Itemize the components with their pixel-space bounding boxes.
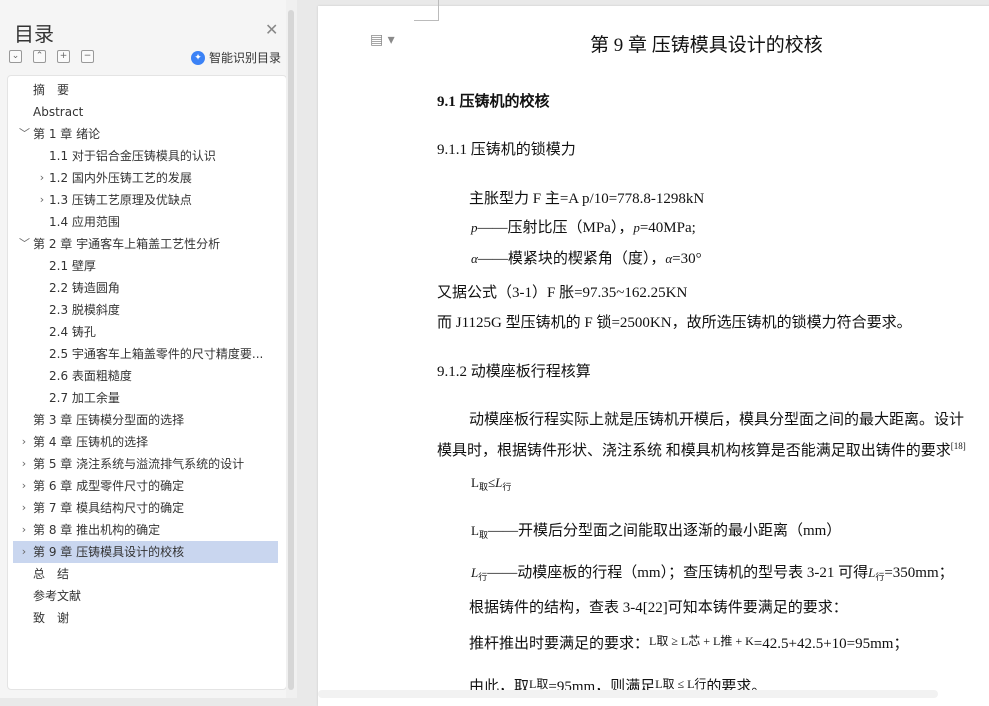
expand-arrow-icon[interactable]: › [19, 519, 29, 541]
toc-item[interactable]: ﹀ 第 2 章 宇通客车上箱盖工艺性分析 [13, 233, 278, 255]
toc-item[interactable]: › 第 4 章 压铸机的选择 [13, 431, 278, 453]
toc-item-label: 1.2 国内外压铸工艺的发展 [49, 171, 192, 185]
collapse-arrow-icon[interactable]: ﹀ [19, 233, 30, 255]
nav-scrollbar-thumb[interactable] [288, 10, 294, 690]
toc-item-label: 2.7 加工余量 [49, 391, 120, 405]
document-menu-icon[interactable]: ▤ ▾ [370, 32, 395, 48]
toc-item-label: 总 结 [33, 567, 70, 581]
ai-icon: ✦ [191, 50, 205, 65]
smart-toc-button[interactable]: ✦ 智能识别目录 [191, 49, 281, 66]
toc-item[interactable]: › 第 5 章 浇注系统与溢流排气系统的设计 [13, 453, 278, 475]
body-line: L取——开模后分型面之间能取出逐渐的最小距离（mm） [471, 523, 842, 540]
toc-item[interactable]: 第 3 章 压铸模分型面的选择 [13, 409, 278, 431]
toc-item[interactable]: 2.6 表面粗糙度 [13, 365, 278, 387]
smart-toc-label: 智能识别目录 [209, 51, 282, 65]
toc-item[interactable]: › 1.3 压铸工艺原理及优缺点 [13, 189, 278, 211]
toc-item-label: 第 9 章 压铸模具设计的校核 [33, 545, 185, 559]
toc-item-label: 第 1 章 绪论 [33, 127, 101, 141]
toc-item[interactable]: 1.1 对于铝合金压铸模具的认识 [13, 145, 278, 167]
collapse-arrow-icon[interactable]: ﹀ [19, 123, 30, 145]
toc-item[interactable]: › 第 8 章 推出机构的确定 [13, 519, 278, 541]
body-line: α——模紧块的楔紧角（度），α=30° [471, 251, 702, 267]
expand-arrow-icon[interactable]: › [19, 541, 29, 563]
expand-arrow-icon[interactable]: › [37, 189, 47, 211]
toc-item[interactable]: 致 谢 [13, 607, 278, 629]
toc-item-label: 1.3 压铸工艺原理及优缺点 [49, 193, 192, 207]
collapse-all-icon[interactable]: ⌄ [9, 50, 22, 63]
toc-item[interactable]: 2.3 脱模斜度 [13, 299, 278, 321]
page-corner-mark [414, 0, 439, 21]
toc-item[interactable]: › 第 9 章 压铸模具设计的校核 [13, 541, 278, 563]
toc-item[interactable]: 2.7 加工余量 [13, 387, 278, 409]
body-line: 又据公式（3-1）F 胀=97.35~162.25KN [437, 285, 688, 301]
expand-arrow-icon[interactable]: › [19, 475, 29, 497]
toc-item[interactable]: › 第 7 章 模具结构尺寸的确定 [13, 497, 278, 519]
body-line: 动模座板行程实际上就是压铸机开模后，模具分型面之间的最大距离。设计 [469, 412, 965, 428]
add-heading-icon[interactable]: + [57, 50, 70, 63]
navigation-pane: 目录 ✕ ⌄ ⌃ + − ✦ 智能识别目录 摘 要 Abstract ﹀ 第 1 章 … [0, 0, 297, 698]
toc-item-label: 参考文献 [33, 589, 82, 603]
toc-item-label: 2.4 铸孔 [49, 325, 96, 339]
toc-item[interactable]: 总 结 [13, 563, 278, 585]
toc-item-label: 第 7 章 模具结构尺寸的确定 [33, 501, 185, 515]
expand-arrow-icon[interactable]: › [37, 167, 47, 189]
toc-list: 摘 要 Abstract ﹀ 第 1 章 绪论 1.1 对于铝合金压铸模具的认识 › 1.2… [7, 75, 287, 690]
section-9-1-2-heading: 9.1.2 动模座板行程核算 [437, 364, 591, 380]
body-line: 主胀型力 F 主=A p/10=778.8-1298kN [469, 191, 705, 207]
body-line: 根据铸件的结构，查表 3-4[22]可知本铸件要满足的要求： [469, 600, 848, 616]
toc-item-label: 1.4 应用范围 [49, 215, 120, 229]
toc-item-label: 致 谢 [33, 611, 70, 625]
chapter-title: 第 9 章 压铸模具设计的校核 [590, 35, 823, 56]
body-line: 推杆推出时要满足的要求：L取 ≥ L芯 + L推 + K=42.5+42.5+1… [469, 634, 909, 652]
expand-arrow-icon[interactable]: › [19, 453, 29, 475]
body-line: 模具时，根据铸件形状、浇注系统 和模具机构核算是否能满足取出铸件的要求[18] [437, 441, 966, 459]
expand-arrow-icon[interactable]: › [19, 497, 29, 519]
toc-item-label: 第 8 章 推出机构的确定 [33, 523, 161, 537]
toc-item[interactable]: 2.2 铸造圆角 [13, 277, 278, 299]
toc-item[interactable]: › 1.2 国内外压铸工艺的发展 [13, 167, 278, 189]
nav-scrollbar[interactable] [286, 0, 297, 698]
toc-item-label: 2.5 宇通客车上箱盖零件的尺寸精度要... [49, 347, 264, 361]
toc-item-label: 1.1 对于铝合金压铸模具的认识 [49, 149, 216, 163]
toc-item[interactable]: 2.5 宇通客车上箱盖零件的尺寸精度要... [13, 343, 278, 365]
toc-item-label: Abstract [33, 105, 84, 119]
formula-line: L取≤L行 [471, 475, 512, 492]
toc-item[interactable]: 摘 要 [13, 79, 278, 101]
toc-item[interactable]: 2.4 铸孔 [13, 321, 278, 343]
toc-item[interactable]: › 第 6 章 成型零件尺寸的确定 [13, 475, 278, 497]
toc-item[interactable]: 1.4 应用范围 [13, 211, 278, 233]
toc-item-label: 2.6 表面粗糙度 [49, 369, 132, 383]
toc-item-label: 第 5 章 浇注系统与溢流排气系统的设计 [33, 457, 245, 471]
nav-title: 目录 [14, 22, 54, 46]
toc-item-label: 摘 要 [33, 83, 70, 97]
section-9-1-1-heading: 9.1.1 压铸机的锁模力 [437, 142, 576, 158]
horizontal-scrollbar[interactable] [318, 690, 938, 698]
toc-item-label: 第 3 章 压铸模分型面的选择 [33, 413, 185, 427]
expand-all-icon[interactable]: ⌃ [33, 50, 46, 63]
body-line: p——压射比压（MPa），p=40MPa; [471, 220, 696, 236]
body-line: L行——动模座板的行程（mm）；查压铸机的型号表 3-21 可得L行=350mm… [471, 565, 954, 582]
close-icon[interactable]: ✕ [265, 20, 278, 39]
toc-item-label: 2.3 脱模斜度 [49, 303, 120, 317]
toc-item-label: 第 6 章 成型零件尺寸的确定 [33, 479, 185, 493]
toc-item[interactable]: 参考文献 [13, 585, 278, 607]
toc-item-label: 2.1 壁厚 [49, 259, 96, 273]
body-line: 而 J1125G 型压铸机的 F 锁=2500KN，故所选压铸机的锁模力符合要求… [437, 315, 912, 331]
section-9-1-heading: 9.1 压铸机的校核 [437, 94, 550, 110]
toc-item-label: 第 4 章 压铸机的选择 [33, 435, 149, 449]
toc-item[interactable]: 2.1 壁厚 [13, 255, 278, 277]
expand-arrow-icon[interactable]: › [19, 431, 29, 453]
toc-item[interactable]: Abstract [13, 101, 278, 123]
remove-heading-icon[interactable]: − [81, 50, 94, 63]
toc-item-label: 第 2 章 宇通客车上箱盖工艺性分析 [33, 237, 221, 251]
toc-item[interactable]: ﹀ 第 1 章 绪论 [13, 123, 278, 145]
toc-item-label: 2.2 铸造圆角 [49, 281, 120, 295]
